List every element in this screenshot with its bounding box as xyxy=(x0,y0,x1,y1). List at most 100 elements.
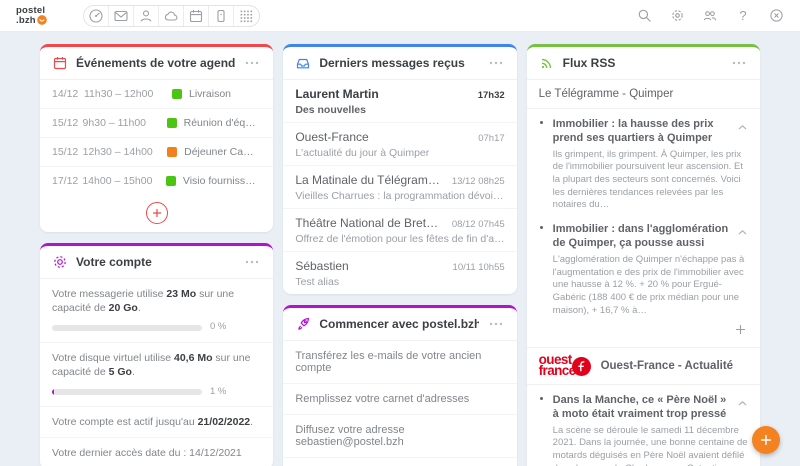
account-menu-icon[interactable] xyxy=(243,258,261,266)
rss-article: Immobilier : dans l'agglomération de Qui… xyxy=(527,214,760,319)
logo-line1: postel xyxy=(16,6,47,16)
ouest-france-circle-icon xyxy=(572,357,591,376)
ouest-france-logo: ouest france xyxy=(539,355,591,377)
event-color-square xyxy=(167,118,177,128)
show-more-plus-icon[interactable] xyxy=(733,321,748,340)
getting-started-menu-icon[interactable] xyxy=(487,320,505,328)
agenda-event-row[interactable]: 17/12 14h00 – 15h00 Visio fournisseurs xyxy=(40,167,273,195)
rocket-icon xyxy=(295,316,311,332)
getting-started-header: Commencer avec postel.bzh xyxy=(283,308,516,341)
event-date: 14/12 xyxy=(52,88,84,100)
event-time: 14h00 – 15h00 xyxy=(82,175,164,187)
event-label: Visio fournisseurs xyxy=(183,175,261,187)
search-icon[interactable] xyxy=(636,8,652,24)
message-subject: Offrez de l'émotion pour les fêtes de fi… xyxy=(295,233,504,245)
column-right: Flux RSS Le Télégramme - Quimper Immobil… xyxy=(527,44,760,466)
nav-apps-grid-icon[interactable] xyxy=(234,6,259,26)
rss-article: Dans la Manche, ce « Père Noël » à moto … xyxy=(527,385,760,466)
last-access-text: Votre dernier accès date du : 14/12/2021 xyxy=(52,447,242,459)
event-label: Réunion d'équipe xyxy=(184,117,262,129)
rss-menu-icon[interactable] xyxy=(730,59,748,67)
logo-smiley-icon xyxy=(37,15,47,25)
nav-dashboard-icon[interactable] xyxy=(84,6,109,26)
nav-mail-icon[interactable] xyxy=(109,6,134,26)
disk-used-value: 40,6 Mo xyxy=(174,352,213,364)
mailbox-usage-percent: 0 % xyxy=(210,321,226,334)
rss-article-title-row[interactable]: Immobilier : dans l'agglomération de Qui… xyxy=(553,222,748,251)
account-card-header: Votre compte xyxy=(40,246,273,279)
message-row[interactable]: Laurent Martin17h32 Des nouvelles xyxy=(283,80,516,123)
compose-fab-button[interactable] xyxy=(752,426,780,454)
message-sender: Laurent Martin xyxy=(295,87,378,101)
message-time: 07h17 xyxy=(478,133,504,144)
event-label: Déjeuner Camille xyxy=(184,146,261,158)
agenda-card-title: Événements de votre agenda xyxy=(76,56,235,70)
message-row[interactable]: La Matinale du Télégramme13/12 08h25 Vie… xyxy=(283,166,516,209)
event-date: 15/12 xyxy=(52,146,83,158)
message-row[interactable]: Sébastien 10/11 10h55 Test alias xyxy=(283,252,516,294)
logout-icon[interactable] xyxy=(768,8,784,24)
top-bar: postel .bzh xyxy=(0,0,800,32)
nav-contacts-icon[interactable] xyxy=(134,6,159,26)
mailbox-usage-text: . xyxy=(138,302,141,314)
progress-fill xyxy=(52,389,54,395)
message-sender: Ouest-France xyxy=(295,130,368,144)
account-active-row: Votre compte est actif jusqu'au 21/02/20… xyxy=(40,407,273,438)
message-row[interactable]: Ouest-France 07h17 L'actualité du jour à … xyxy=(283,123,516,166)
disk-usage-text: Votre disque virtuel utilise xyxy=(52,352,174,364)
event-color-square xyxy=(167,147,177,157)
add-event-button[interactable] xyxy=(146,202,168,224)
disk-usage-bar: 1 % xyxy=(52,386,261,399)
task-link[interactable]: Diffusez votre adresse sebastien@postel.… xyxy=(283,415,516,458)
chevron-up-icon[interactable] xyxy=(737,393,748,410)
rss-card-title: Flux RSS xyxy=(563,56,722,70)
account-active-text: . xyxy=(250,416,253,428)
rss-feed-footer xyxy=(527,319,760,348)
message-subject: L'actualité du jour à Quimper xyxy=(295,147,504,159)
agenda-card: Événements de votre agenda 14/12 11h30 –… xyxy=(40,44,273,232)
messages-menu-icon[interactable] xyxy=(487,59,505,67)
mailbox-usage-text: Votre messagerie utilise xyxy=(52,288,166,300)
calendar-icon xyxy=(52,55,68,71)
chevron-up-icon[interactable] xyxy=(737,117,748,134)
messages-card: Derniers messages reçus Laurent Martin17… xyxy=(283,44,516,294)
help-icon[interactable]: ? xyxy=(735,8,751,24)
agenda-footer xyxy=(40,195,273,232)
chevron-up-icon[interactable] xyxy=(737,222,748,239)
message-sender: La Matinale du Télégramme xyxy=(295,173,443,187)
event-time: 11h30 – 12h00 xyxy=(84,88,170,100)
agenda-event-row[interactable]: 15/12 9h30 – 11h00 Réunion d'équipe xyxy=(40,109,273,138)
agenda-event-row[interactable]: 14/12 11h30 – 12h00 Livraison xyxy=(40,80,273,109)
agenda-menu-icon[interactable] xyxy=(243,59,261,67)
message-subject: Test alias xyxy=(295,276,504,288)
task-link[interactable]: Personnalisez postel.bzh xyxy=(283,458,516,466)
task-link[interactable]: Remplissez votre carnet d'adresses xyxy=(283,384,516,415)
last-access-row: Votre dernier accès date du : 14/12/2021 xyxy=(40,438,273,466)
progress-track xyxy=(52,389,202,395)
nav-phone-icon[interactable] xyxy=(209,6,234,26)
task-link[interactable]: Transférez les e-mails de votre ancien c… xyxy=(283,341,516,384)
account-card-title: Votre compte xyxy=(76,255,235,269)
message-sender: Sébastien xyxy=(295,259,348,273)
bullet-dot xyxy=(540,226,543,229)
postel-logo[interactable]: postel .bzh xyxy=(16,6,47,26)
message-row[interactable]: Théâtre National de Bretagne ,08/12 07h4… xyxy=(283,209,516,252)
bullet-dot xyxy=(540,121,543,124)
rss-article-title-row[interactable]: Immobilier : la hausse des prix prend se… xyxy=(553,117,748,146)
nav-calendar-icon[interactable] xyxy=(184,6,209,26)
rss-article: Immobilier : la hausse des prix prend se… xyxy=(527,109,760,214)
disk-capacity-value: 5 Go xyxy=(109,366,132,378)
message-subject: Des nouvelles xyxy=(295,104,504,116)
progress-track xyxy=(52,325,202,331)
settings-gear-icon[interactable] xyxy=(669,8,685,24)
agenda-event-row[interactable]: 15/12 12h30 – 14h00 Déjeuner Camille xyxy=(40,138,273,167)
rss-icon xyxy=(539,55,555,71)
ouest-france-wordmark: ouest france xyxy=(539,355,576,377)
rss-article-title-row[interactable]: Dans la Manche, ce « Père Noël » à moto … xyxy=(553,393,748,422)
groups-icon[interactable] xyxy=(702,8,718,24)
messages-card-title: Derniers messages reçus xyxy=(319,56,478,70)
message-time: 10/11 10h55 xyxy=(453,262,505,273)
logo-line2: .bzh xyxy=(16,16,36,26)
event-color-square xyxy=(166,176,176,186)
nav-cloud-icon[interactable] xyxy=(159,6,184,26)
